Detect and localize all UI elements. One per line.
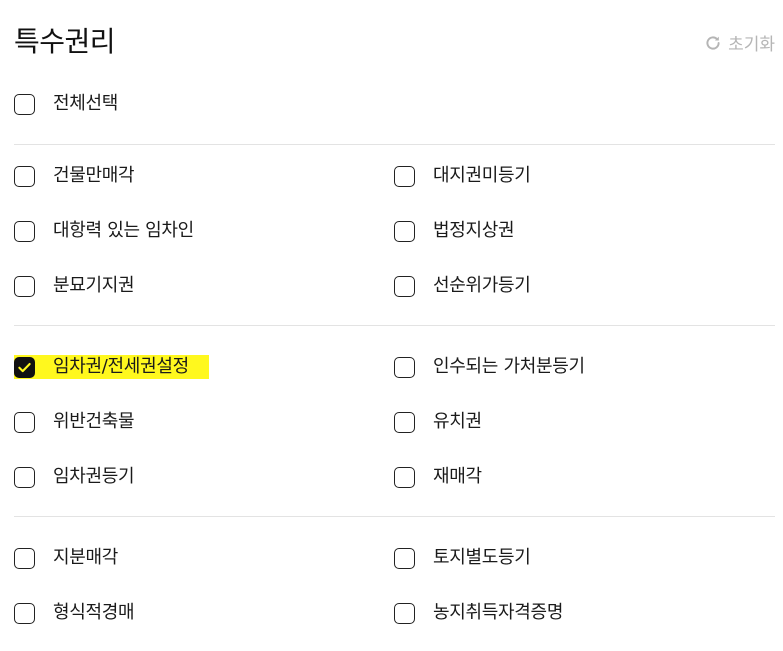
checkbox-checked[interactable] xyxy=(14,356,35,378)
option-label: 건물만매각 xyxy=(53,165,135,186)
option-label: 임차권등기 xyxy=(53,466,135,487)
refresh-icon xyxy=(704,34,722,52)
option-grave-site-right[interactable]: 분묘기지권 xyxy=(14,271,135,301)
option-label: 임차권/전세권설정 xyxy=(53,356,189,377)
option-lease-jeonse-right[interactable]: 임차권/전세권설정 xyxy=(14,352,209,382)
divider xyxy=(14,325,775,326)
option-label: 농지취득자격증명 xyxy=(433,602,564,623)
checkbox[interactable] xyxy=(14,165,35,187)
option-label: 분묘기지권 xyxy=(53,275,135,296)
option-formal-auction[interactable]: 형식적경매 xyxy=(14,598,135,628)
checkbox[interactable] xyxy=(394,356,415,378)
checkbox[interactable] xyxy=(394,165,415,187)
checkbox[interactable] xyxy=(394,411,415,433)
checkbox[interactable] xyxy=(394,466,415,488)
option-label: 선순위가등기 xyxy=(433,275,531,296)
option-label: 대지권미등기 xyxy=(433,165,531,186)
select-all-checkbox[interactable] xyxy=(14,93,35,115)
option-senior-provisional-registration[interactable]: 선순위가등기 xyxy=(394,271,531,301)
option-separate-land-registration[interactable]: 토지별도등기 xyxy=(394,543,531,573)
option-share-sale[interactable]: 지분매각 xyxy=(14,543,118,573)
page-title: 특수권리 xyxy=(14,25,116,58)
option-land-right-unregistered[interactable]: 대지권미등기 xyxy=(394,161,531,191)
divider xyxy=(14,144,775,145)
checkbox[interactable] xyxy=(14,411,35,433)
checkbox[interactable] xyxy=(14,275,35,297)
option-assumed-provisional-disposition[interactable]: 인수되는 가처분등기 xyxy=(394,352,585,382)
checkbox[interactable] xyxy=(14,466,35,488)
header: 특수권리 초기화 xyxy=(14,22,775,62)
option-label: 법정지상권 xyxy=(433,220,515,241)
option-label: 형식적경매 xyxy=(53,602,135,623)
checkbox[interactable] xyxy=(14,547,35,569)
option-label: 위반건축물 xyxy=(53,411,135,432)
select-all-label: 전체선택 xyxy=(53,93,119,114)
checkbox[interactable] xyxy=(394,547,415,569)
option-resale[interactable]: 재매각 xyxy=(394,462,482,492)
option-lien[interactable]: 유치권 xyxy=(394,407,482,437)
option-statutory-superficies[interactable]: 법정지상권 xyxy=(394,216,515,246)
option-tenant-with-opposing-power[interactable]: 대항력 있는 임차인 xyxy=(14,216,194,246)
option-lease-registration[interactable]: 임차권등기 xyxy=(14,462,135,492)
divider xyxy=(14,516,775,517)
checkbox[interactable] xyxy=(14,602,35,624)
option-illegal-building[interactable]: 위반건축물 xyxy=(14,407,135,437)
checkbox[interactable] xyxy=(394,275,415,297)
reset-button[interactable]: 초기화 xyxy=(704,30,775,55)
checkbox[interactable] xyxy=(394,602,415,624)
option-label: 토지별도등기 xyxy=(433,547,531,568)
option-label: 인수되는 가처분등기 xyxy=(433,356,585,377)
checkbox[interactable] xyxy=(14,220,35,242)
option-label: 대항력 있는 임차인 xyxy=(53,220,194,241)
option-label: 유치권 xyxy=(433,411,482,432)
checkmark-icon xyxy=(18,362,31,372)
option-farmland-acquisition-certificate[interactable]: 농지취득자격증명 xyxy=(394,598,563,628)
reset-label: 초기화 xyxy=(728,35,775,55)
select-all-option[interactable]: 전체선택 xyxy=(14,89,118,119)
option-label: 지분매각 xyxy=(53,547,119,568)
checkbox[interactable] xyxy=(394,220,415,242)
option-label: 재매각 xyxy=(433,466,482,487)
option-building-only-sale[interactable]: 건물만매각 xyxy=(14,161,135,191)
